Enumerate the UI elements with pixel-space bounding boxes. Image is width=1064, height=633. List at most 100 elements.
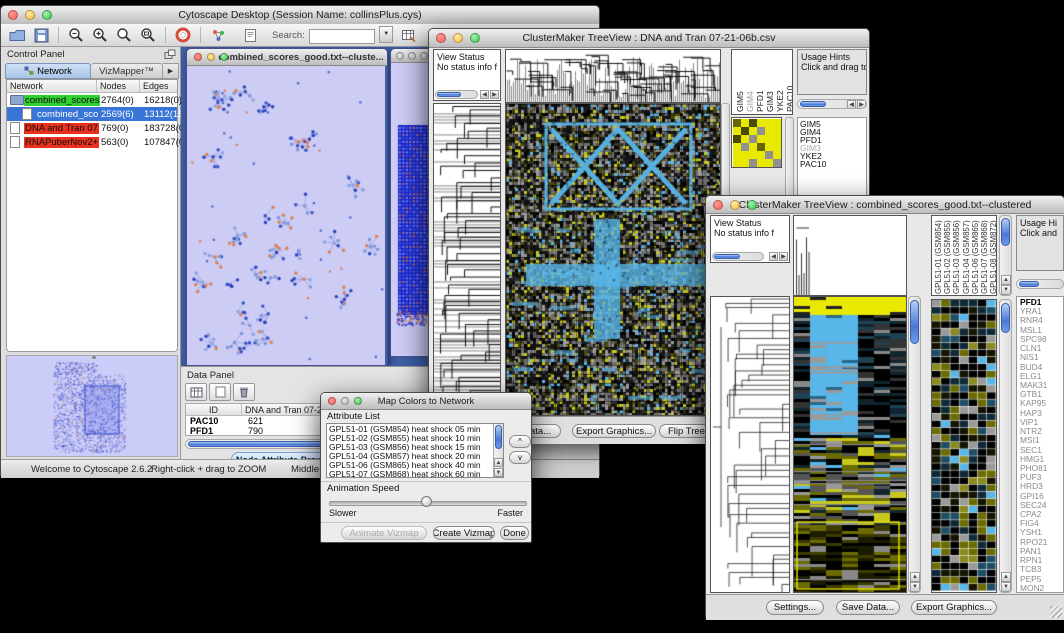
zoom-heatmap-vscrollbar[interactable]: ▲ ▼ [999, 299, 1012, 593]
scroll-up-icon[interactable]: ▲ [1001, 572, 1011, 582]
column-header-network[interactable]: Network [7, 80, 97, 92]
birdseye-view[interactable] [6, 355, 178, 457]
vscroll-thumb[interactable] [1001, 303, 1010, 333]
column-header-nodes[interactable]: Nodes [97, 80, 140, 92]
settings-button[interactable]: Settings... [766, 600, 824, 615]
scroll-down-icon[interactable]: ▼ [1001, 582, 1011, 592]
done-button[interactable]: Done [500, 526, 529, 540]
scroll-up-icon[interactable]: ▲ [1001, 275, 1011, 285]
treeview2-zoom-heatmap[interactable] [931, 299, 997, 593]
view-status-hscrollbar[interactable] [435, 90, 478, 99]
annotation-icon[interactable] [240, 26, 260, 45]
delete-attribute-icon[interactable] [233, 383, 255, 401]
network-list-row[interactable]: combined_sco2569(6)13112(15) [7, 107, 177, 121]
animate-vizmap-button[interactable]: Animate Vizmap [341, 526, 427, 540]
usage-hints-hscrollbar[interactable]: ◀ ▶ [797, 99, 867, 109]
hscroll-thumb[interactable] [714, 254, 740, 259]
search-combobox[interactable]: ▼ [309, 26, 393, 44]
zoom-fit-icon[interactable] [138, 26, 158, 45]
scroll-down-icon[interactable]: ▼ [910, 582, 920, 592]
main-titlebar[interactable]: Cytoscape Desktop (Session Name: collins… [1, 6, 599, 25]
close-button[interactable] [8, 10, 18, 20]
minimize-button[interactable] [207, 53, 215, 61]
hscroll-thumb[interactable] [800, 101, 826, 107]
treeview2-column-dendrogram[interactable] [793, 215, 907, 296]
speed-slider-knob[interactable] [421, 496, 432, 507]
scroll-up-icon[interactable]: ▲ [494, 458, 503, 467]
minimize-button[interactable] [730, 200, 740, 210]
zoom-selected-icon[interactable] [114, 26, 134, 45]
heatmap-canvas[interactable] [794, 297, 906, 592]
attribute-list-item[interactable]: GPL51-07 (GSM868) heat shock 60 min [329, 470, 503, 478]
treeview2-heatmap-vscrollbar[interactable]: ▲ ▼ [908, 296, 921, 593]
open-session-icon[interactable] [7, 26, 27, 45]
network-list-row[interactable]: RNAPuberNov2+563(0)107847(0) [7, 135, 177, 149]
scroll-up-icon[interactable]: ▲ [910, 572, 920, 582]
export-graphics-button[interactable]: Export Graphics... [572, 424, 656, 438]
vscroll-thumb[interactable] [495, 425, 502, 449]
network-canvas[interactable] [187, 66, 385, 365]
zoom-button[interactable] [420, 52, 428, 60]
zoom-heatmap-canvas[interactable] [932, 300, 996, 592]
column-labels-vscrollbar[interactable]: ▲ ▼ [999, 215, 1012, 296]
view-status-hscrollbar[interactable] [712, 252, 764, 261]
tab-network[interactable]: Network [5, 63, 91, 79]
minimize-button[interactable] [341, 397, 349, 405]
move-down-button[interactable]: v [509, 451, 531, 464]
scroll-left-icon[interactable]: ◀ [769, 252, 778, 261]
zoom-out-icon[interactable] [66, 26, 86, 45]
row-dendrogram-canvas[interactable] [711, 297, 789, 592]
create-vizmap-button[interactable]: Create Vizmap [433, 526, 495, 540]
birdseye-canvas[interactable] [7, 356, 177, 456]
hscroll-thumb[interactable] [1019, 281, 1039, 287]
network-node-icon[interactable] [208, 26, 228, 45]
column-header-edges[interactable]: Edges [140, 80, 177, 92]
select-attributes-icon[interactable] [185, 383, 207, 401]
column-dendrogram-canvas[interactable] [506, 50, 720, 102]
close-button[interactable] [713, 200, 723, 210]
network-list-row[interactable]: DNA and Tran 07769(0)183728(0) [7, 121, 177, 135]
zoom-button[interactable] [220, 53, 228, 61]
treeview1-row-dendrogram[interactable] [433, 103, 501, 416]
save-data-button[interactable]: Save Data... [836, 600, 900, 615]
heatmap-canvas[interactable] [506, 104, 720, 415]
vscroll-thumb[interactable] [910, 300, 919, 344]
column-dendrogram-canvas[interactable] [794, 216, 906, 295]
birdseye-drag-handle[interactable] [92, 356, 96, 359]
zoom-button[interactable] [42, 10, 52, 20]
treeview1-mini-heatmap[interactable] [731, 117, 782, 168]
scroll-down-icon[interactable]: ▼ [1001, 285, 1011, 295]
treeview1-column-dendrogram[interactable] [505, 49, 721, 103]
treeview2-heatmap[interactable] [793, 296, 907, 593]
network-list-row[interactable]: combined_scores2764(0)16218(0) [7, 93, 177, 107]
save-session-icon[interactable] [31, 26, 51, 45]
scroll-down-icon[interactable]: ▼ [494, 468, 503, 477]
minimize-button[interactable] [408, 52, 416, 60]
attribute-list-vscrollbar[interactable]: ▲ ▼ [493, 424, 503, 477]
search-dropdown-arrow-icon[interactable]: ▼ [379, 26, 393, 43]
close-button[interactable] [328, 397, 336, 405]
attribute-list[interactable]: GPL51-01 (GSM854) heat shock 05 minGPL51… [326, 423, 504, 478]
minimize-button[interactable] [25, 10, 35, 20]
close-button[interactable] [436, 33, 446, 43]
move-up-button[interactable]: ^ [509, 435, 531, 448]
zoom-button[interactable] [354, 397, 362, 405]
scroll-right-icon[interactable]: ▶ [779, 252, 788, 261]
new-attribute-icon[interactable] [209, 383, 231, 401]
scroll-left-icon[interactable]: ◀ [847, 100, 856, 109]
resize-grip[interactable] [1050, 606, 1062, 618]
zoom-in-icon[interactable] [90, 26, 110, 45]
vscroll-thumb[interactable] [1001, 218, 1010, 246]
hscroll-thumb[interactable] [437, 92, 461, 97]
dialog-titlebar[interactable]: Map Colors to Network [321, 393, 531, 410]
attribute-table-icon[interactable] [399, 26, 419, 45]
treeview1-heatmap[interactable] [505, 103, 721, 416]
search-input[interactable] [309, 29, 375, 44]
scroll-right-icon[interactable]: ▶ [857, 100, 866, 109]
usage-hints-hscrollbar[interactable] [1016, 279, 1064, 289]
float-panel-icon[interactable] [164, 49, 176, 63]
close-button[interactable] [194, 53, 202, 61]
zoom-button[interactable] [470, 33, 480, 43]
zoom-button[interactable] [747, 200, 757, 210]
treeview2-titlebar[interactable]: ClusterMaker TreeView : combined_scores_… [706, 196, 1064, 214]
